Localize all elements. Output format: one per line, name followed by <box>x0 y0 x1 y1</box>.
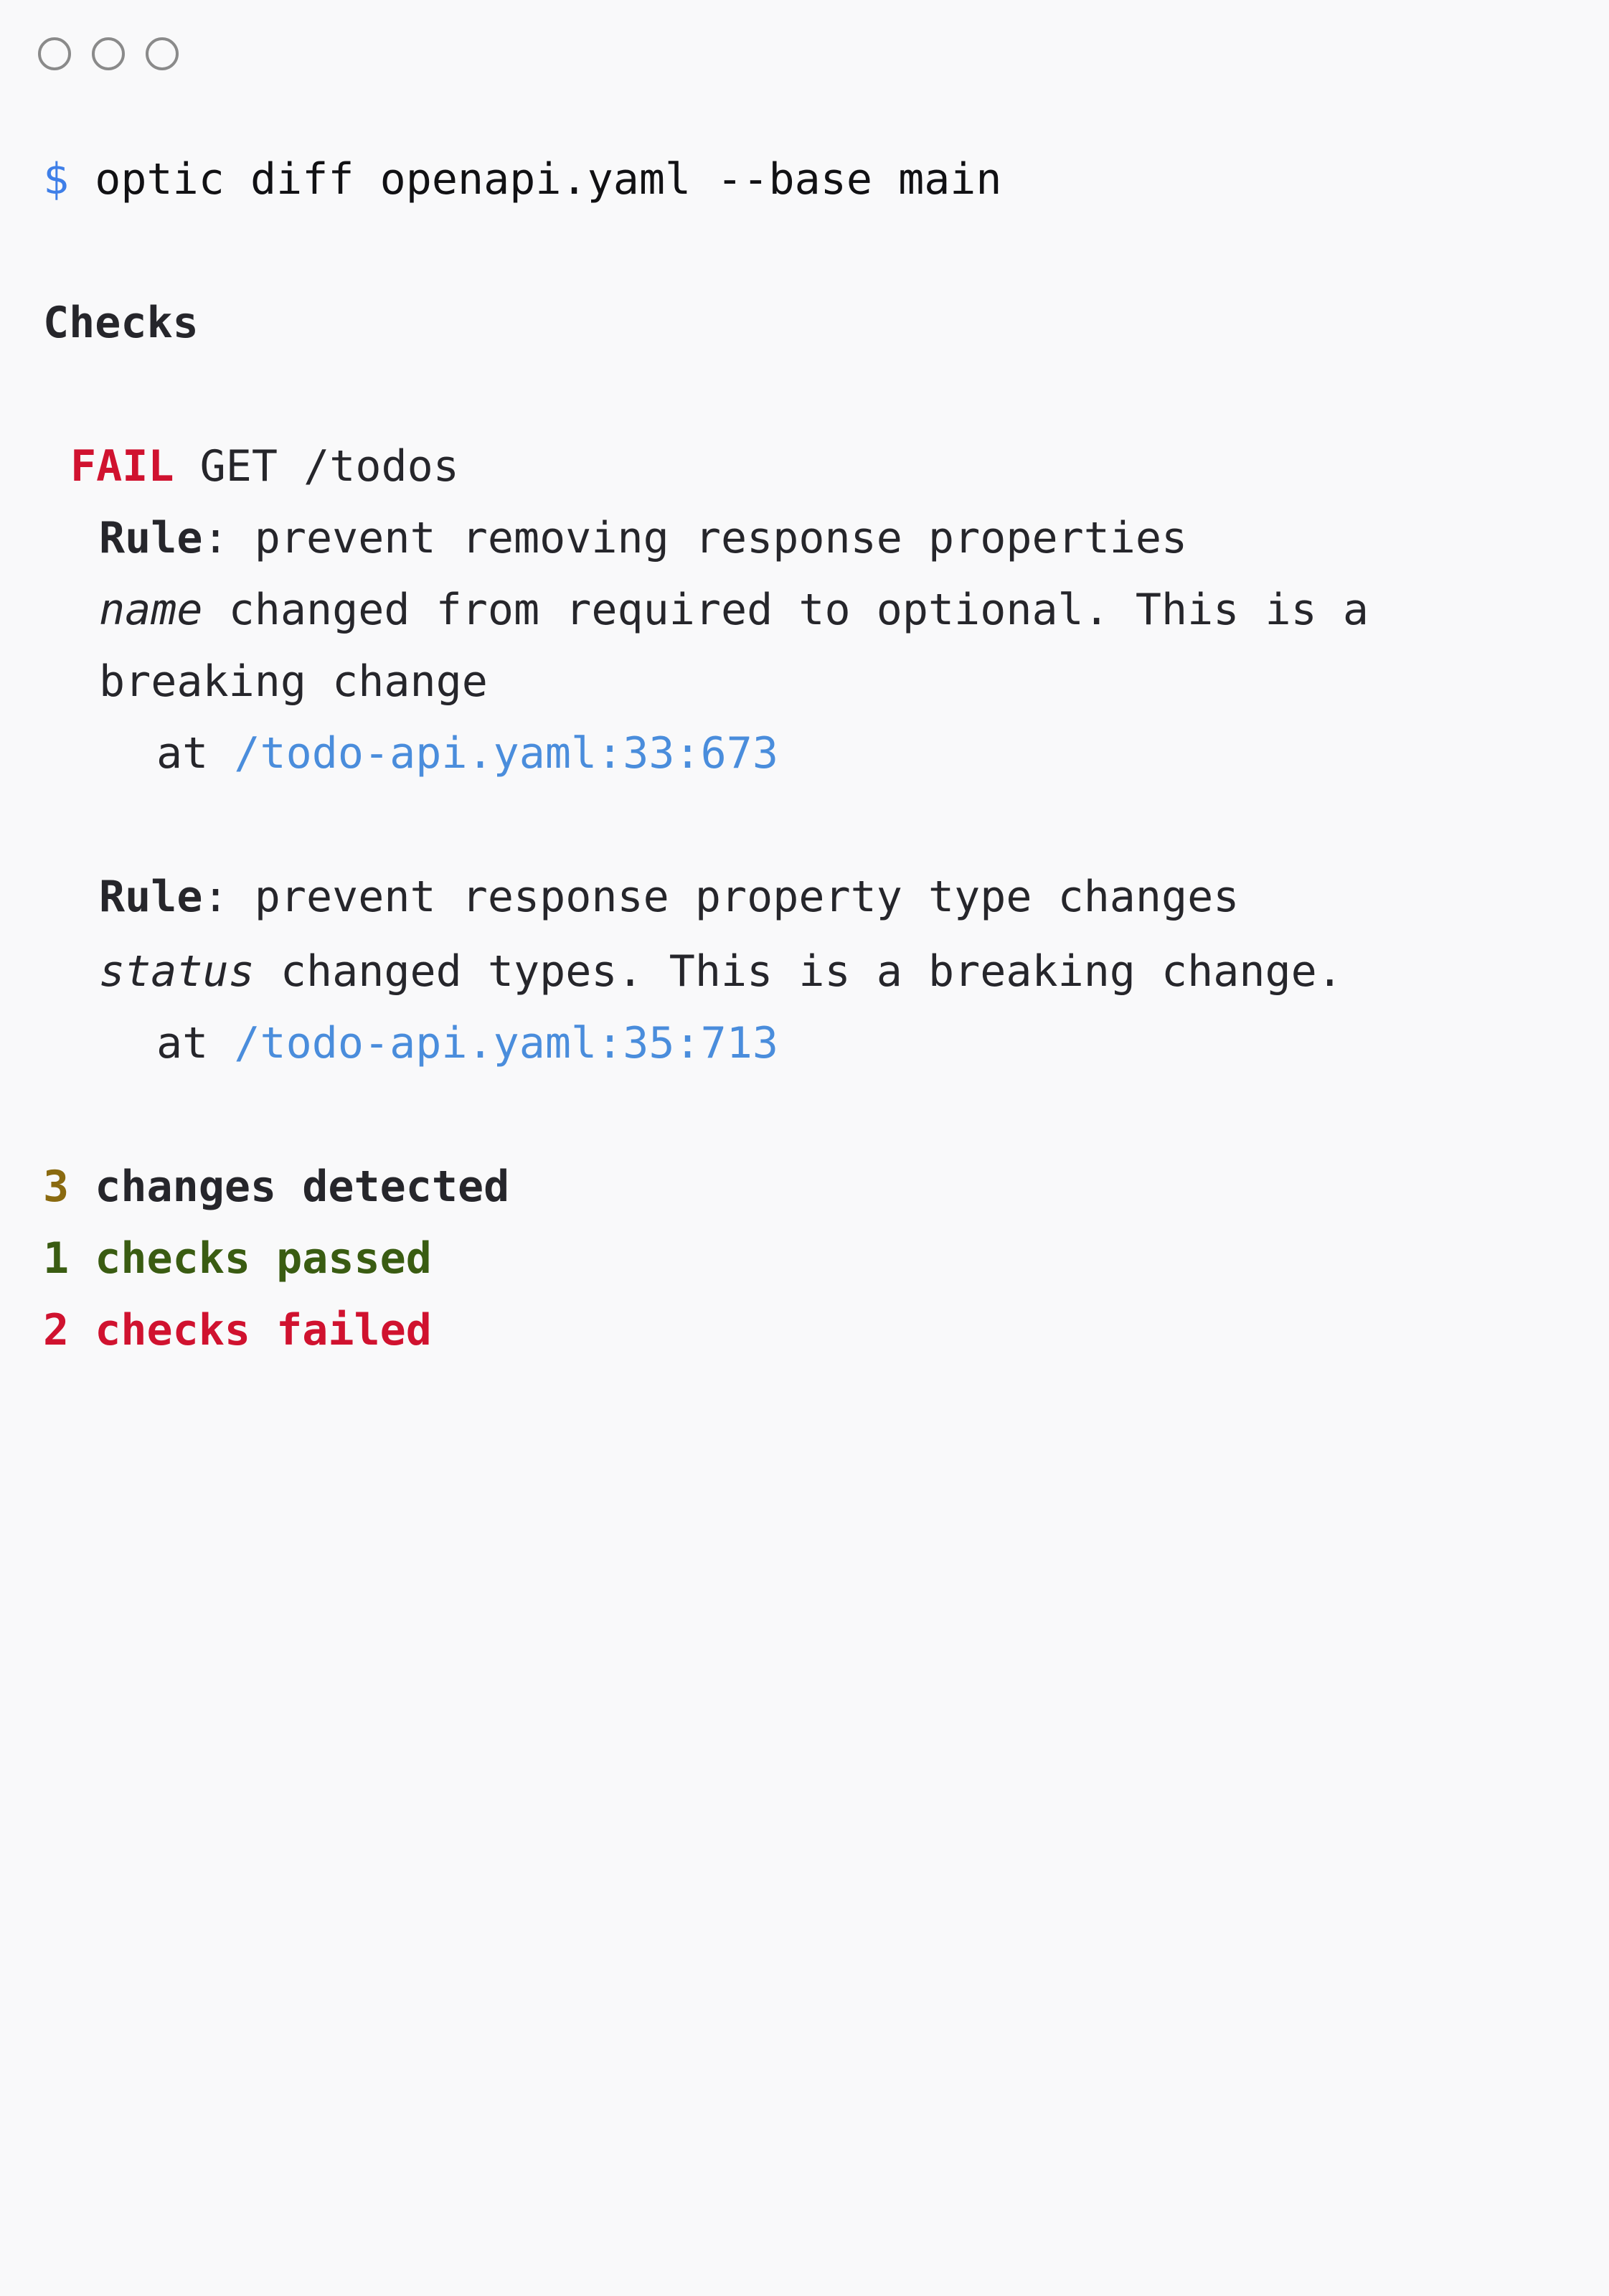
rule-1-label: Rule <box>99 513 203 563</box>
failed-count: 2 <box>43 1305 70 1355</box>
rule-2-location-line: at /todo-api.yaml:35:713 <box>156 1007 778 1079</box>
rule-2-location-link[interactable]: /todo-api.yaml:35:713 <box>234 1018 778 1068</box>
summary-changes: 3 changes detected <box>43 1151 509 1223</box>
rule-2-title: Rule: prevent response property type cha… <box>99 872 1240 922</box>
passed-count: 1 <box>43 1233 70 1284</box>
fail-status-label: FAIL <box>70 441 174 491</box>
rule-1-location-line: at /todo-api.yaml:33:673 <box>156 718 778 789</box>
changes-count: 3 <box>43 1162 70 1212</box>
rule-1-at: at <box>156 728 209 778</box>
changes-text: changes detected <box>95 1162 510 1212</box>
rule-2-message-text: changed types. This is a breaking change… <box>254 946 1343 997</box>
rule-1-message-text: changed from required to optional. This … <box>202 585 1369 635</box>
rule-2-label: Rule <box>99 872 203 922</box>
passed-text: checks passed <box>95 1233 432 1284</box>
rule-1-location-link[interactable]: /todo-api.yaml:33:673 <box>234 728 778 778</box>
checks-heading: Checks <box>43 298 199 348</box>
command-line: $ optic diff openapi.yaml --base main <box>43 144 1002 215</box>
rule-2-message: status changed types. This is a breaking… <box>99 936 1343 1007</box>
command-text: optic diff openapi.yaml --base main <box>95 154 1002 204</box>
rule-2-at: at <box>156 1018 209 1068</box>
prompt-symbol: $ <box>43 154 70 204</box>
failed-text: checks failed <box>95 1305 432 1355</box>
rule-1-title: Rule: prevent removing response properti… <box>99 513 1188 563</box>
terminal-output[interactable]: $ optic diff openapi.yaml --base main Ch… <box>43 0 1580 2296</box>
rule-1-property: name <box>99 585 203 635</box>
rule-2-property: status <box>99 946 255 997</box>
rule-1-name: prevent removing response properties <box>254 513 1188 563</box>
rule-1-message: name changed from required to optional. … <box>99 574 1369 646</box>
endpoint-result: FAIL GET /todos <box>70 430 459 502</box>
summary-failed: 2 checks failed <box>43 1294 432 1366</box>
endpoint-method-path: GET /todos <box>199 441 459 491</box>
rule-1-message-continued: breaking change <box>99 657 488 707</box>
summary-passed: 1 checks passed <box>43 1223 432 1294</box>
terminal-window: $ optic diff openapi.yaml --base main Ch… <box>0 0 1609 1426</box>
rule-2-name: prevent response property type changes <box>254 872 1240 922</box>
